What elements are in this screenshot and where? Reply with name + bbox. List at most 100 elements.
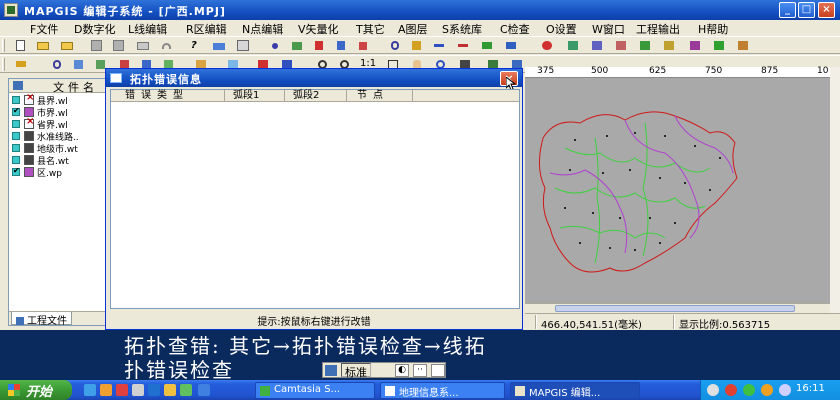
minimize-button[interactable]: _	[779, 2, 796, 18]
toolbar-grip[interactable]	[2, 39, 5, 52]
grid-icon[interactable]	[236, 39, 250, 52]
file-checkbox[interactable]	[12, 132, 20, 140]
tray-app-icon[interactable]	[725, 384, 737, 396]
area-brush-icon[interactable]	[736, 39, 750, 52]
line-split-icon[interactable]	[456, 39, 470, 52]
area-split-icon[interactable]	[614, 39, 628, 52]
tray-expand-icon[interactable]	[707, 384, 719, 396]
quicklaunch-tool-icon[interactable]	[180, 384, 192, 396]
pencil-icon[interactable]	[14, 58, 28, 71]
menu-layer[interactable]: A图层	[398, 21, 428, 37]
line-green-icon[interactable]	[480, 39, 494, 52]
quicklaunch-ie-icon[interactable]	[84, 384, 96, 396]
ime-punctuation-icon[interactable]: ··	[413, 364, 427, 377]
dialog-icon	[110, 73, 122, 83]
column-error-type[interactable]: 错误类型	[111, 90, 225, 102]
area-merge-icon[interactable]	[590, 39, 604, 52]
quicklaunch-explorer-icon[interactable]	[148, 384, 160, 396]
task-label: 地理信息系...	[399, 388, 459, 399]
flag-icon[interactable]	[312, 39, 326, 52]
ruler-tick: 875	[761, 66, 779, 76]
area-pattern-icon[interactable]	[688, 39, 702, 52]
toolbar-grip[interactable]	[2, 58, 5, 71]
horizontal-scrollbar[interactable]	[525, 303, 830, 313]
scissors-icon[interactable]	[388, 39, 402, 52]
layer-edit-icon[interactable]	[212, 39, 226, 52]
menu-other[interactable]: T其它	[356, 21, 385, 37]
tray-volume-icon[interactable]	[779, 384, 791, 396]
menu-line-edit[interactable]: L线编辑	[128, 21, 167, 37]
menu-window[interactable]: W窗口	[592, 21, 625, 37]
column-arc2[interactable]: 弧段2	[285, 90, 347, 102]
menu-project-output[interactable]: 工程输出	[636, 21, 680, 37]
ime-mode-label[interactable]: 标准	[341, 363, 371, 379]
ime-halfwidth-icon[interactable]: ◐	[395, 364, 409, 377]
quicklaunch-folder-icon[interactable]	[164, 384, 176, 396]
vertical-scrollbar[interactable]	[830, 67, 840, 313]
menu-digitize[interactable]: D数字化	[74, 21, 115, 37]
area-fill-icon[interactable]	[712, 39, 726, 52]
menu-vectorize[interactable]: V矢量化	[298, 21, 339, 37]
open-folder-icon[interactable]	[60, 39, 74, 52]
maximize-button[interactable]: □	[798, 2, 815, 18]
line-blue-icon[interactable]	[504, 39, 518, 52]
start-button[interactable]: 开始	[0, 380, 72, 400]
pen-icon[interactable]	[356, 39, 370, 52]
tab-project-files[interactable]: 工程文件	[11, 312, 72, 327]
ime-keyboard-icon[interactable]	[431, 364, 445, 377]
save-all-icon[interactable]	[112, 39, 126, 52]
guangxi-map	[539, 111, 738, 273]
file-checkbox[interactable]	[12, 166, 20, 176]
save-icon[interactable]	[90, 39, 104, 52]
column-arc1[interactable]: 弧段1	[225, 90, 285, 102]
quicklaunch-media-icon[interactable]	[100, 384, 112, 396]
topology-error-dialog: 拓扑错误信息 × 错误类型 弧段1 弧段2 节点 提示:按鼠标右键进行改错	[105, 68, 523, 330]
area-color-icon[interactable]	[662, 39, 676, 52]
triangle-icon[interactable]	[290, 39, 304, 52]
cut-icon[interactable]	[50, 58, 64, 71]
close-button[interactable]: ×	[818, 2, 835, 18]
area-params-icon[interactable]	[638, 39, 652, 52]
quicklaunch-more-icon[interactable]	[198, 384, 210, 396]
task-camtasia[interactable]: Camtasia S...	[255, 382, 375, 399]
menu-help[interactable]: H帮助	[698, 21, 728, 37]
menu-file[interactable]: F文件	[30, 21, 58, 37]
print-icon[interactable]	[136, 39, 150, 52]
quicklaunch-desktop-icon[interactable]	[132, 384, 144, 396]
column-node[interactable]: 节点	[347, 90, 413, 102]
new-file-icon[interactable]	[14, 39, 28, 52]
quicklaunch-app-icon[interactable]	[116, 384, 128, 396]
map-canvas[interactable]	[525, 78, 830, 313]
menu-system-lib[interactable]: S系统库	[442, 21, 482, 37]
tray-security-icon[interactable]	[761, 384, 773, 396]
undo-icon[interactable]	[160, 39, 174, 52]
line-join-icon[interactable]	[432, 39, 446, 52]
copy-icon[interactable]	[72, 58, 86, 71]
menu-point-edit[interactable]: N点编辑	[242, 21, 283, 37]
help-pointer-icon[interactable]: ?	[190, 39, 204, 52]
scroll-thumb[interactable]	[555, 305, 795, 312]
area-cut-icon[interactable]	[566, 39, 580, 52]
file-list-header[interactable]: 文件名	[9, 79, 107, 94]
ime-logo-icon[interactable]	[325, 365, 337, 376]
clock[interactable]: 16:11	[796, 383, 825, 394]
menu-area-edit[interactable]: R区编辑	[186, 21, 227, 37]
file-checkbox[interactable]	[12, 96, 20, 104]
menu-settings[interactable]: O设置	[546, 21, 577, 37]
error-list[interactable]: 错误类型 弧段1 弧段2 节点	[110, 89, 520, 309]
task-mapgis-editor[interactable]: MAPGIS 编辑...	[510, 382, 640, 399]
file-name-column: 文件名	[53, 81, 98, 94]
file-checkbox[interactable]	[12, 106, 20, 116]
open-file-icon[interactable]	[36, 39, 50, 52]
tray-network-icon[interactable]	[743, 384, 755, 396]
file-checkbox[interactable]	[12, 120, 20, 128]
task-gis-document[interactable]: 地理信息系...	[380, 382, 505, 399]
point-edit-icon[interactable]	[268, 39, 282, 52]
file-checkbox[interactable]	[12, 144, 20, 152]
file-checkbox[interactable]	[12, 156, 20, 164]
arrow-icon[interactable]	[334, 39, 348, 52]
menu-check[interactable]: C检查	[500, 21, 530, 37]
dialog-title-bar[interactable]: 拓扑错误信息 ×	[106, 69, 522, 91]
area-edit-icon[interactable]	[540, 39, 554, 52]
node-move-icon[interactable]	[410, 39, 424, 52]
